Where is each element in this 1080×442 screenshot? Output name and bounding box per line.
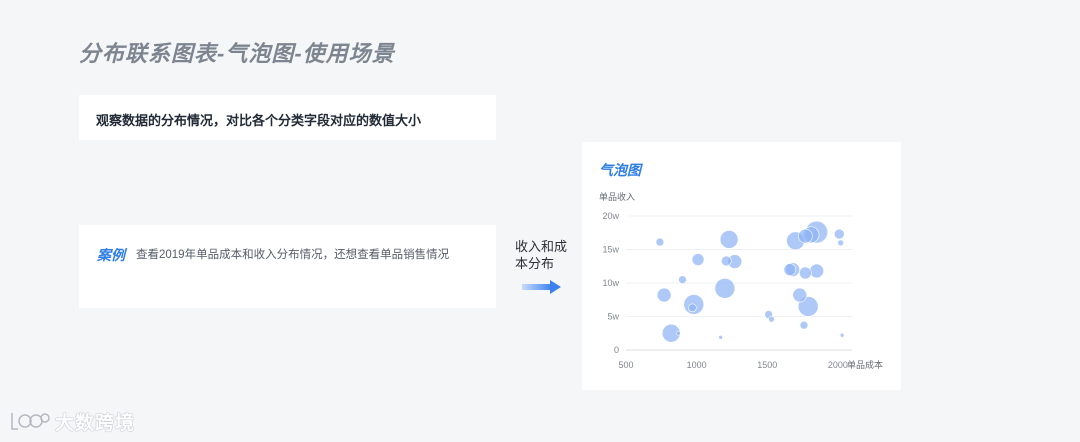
bubble-point: [809, 263, 824, 279]
bubble-point: [768, 315, 775, 323]
bubble-point: [837, 239, 845, 247]
bubble-point: [799, 320, 809, 330]
bubble-point: [678, 275, 687, 284]
page-title: 分布联系图表-气泡图-使用场景: [79, 41, 395, 66]
bubble-point: [675, 330, 681, 336]
y-tick-label: 5w: [607, 312, 619, 322]
bubble-point: [718, 334, 723, 340]
bubble-point: [719, 230, 739, 249]
description-text: 观察数据的分布情况，对比各个分类字段对应的数值大小: [96, 113, 422, 128]
bubble-chart-card: 气泡图 单品收入 单品成本 0 5w 10w 15w 20w 500 1000 1500 200…: [582, 142, 901, 390]
logo-icon: [11, 413, 50, 430]
bubble-point: [839, 332, 845, 338]
right-arrow-icon: [522, 280, 561, 294]
x-tick-label: 500: [618, 360, 633, 370]
bubble-point: [720, 255, 732, 267]
bubble-point: [799, 266, 812, 280]
bubble-point: [714, 278, 736, 299]
y-tick-label: 0: [614, 345, 619, 355]
bubble-point: [833, 228, 845, 240]
bubble-point: [691, 253, 705, 266]
watermark-text: 大数跨境: [55, 412, 136, 434]
watermark: 大数跨境: [9, 408, 135, 434]
case-tag: 案例: [97, 247, 125, 263]
bubble-point: [792, 287, 808, 303]
y-tick-label: 15w: [602, 245, 619, 255]
bubble-point: [688, 303, 697, 313]
bubble-chart: 单品收入 单品成本 0 5w 10w 15w 20w 500 1000 1500 2000: [599, 191, 883, 370]
x-tick-label: 1500: [757, 360, 777, 370]
bubble-point: [798, 228, 813, 244]
bubble-point: [656, 287, 672, 303]
arrow-label: 收入和成本分布: [515, 239, 568, 271]
x-axis-label: 单品成本: [847, 359, 883, 370]
description-card: 观察数据的分布情况，对比各个分类字段对应的数值大小: [79, 95, 496, 140]
y-axis-label: 单品收入: [599, 191, 635, 202]
bubble-point: [783, 263, 797, 276]
case-card: 案例 查看2019年单品成本和收入分布情况，还想查看单品销售情况: [79, 225, 496, 308]
x-tick-label: 1000: [687, 360, 707, 370]
bubble-point: [655, 237, 665, 247]
y-tick-label: 20w: [602, 211, 619, 221]
x-tick-label: 2000: [828, 360, 848, 370]
y-tick-label: 10w: [602, 278, 619, 288]
case-text: 查看2019年单品成本和收入分布情况，还想查看单品销售情况: [136, 249, 450, 261]
